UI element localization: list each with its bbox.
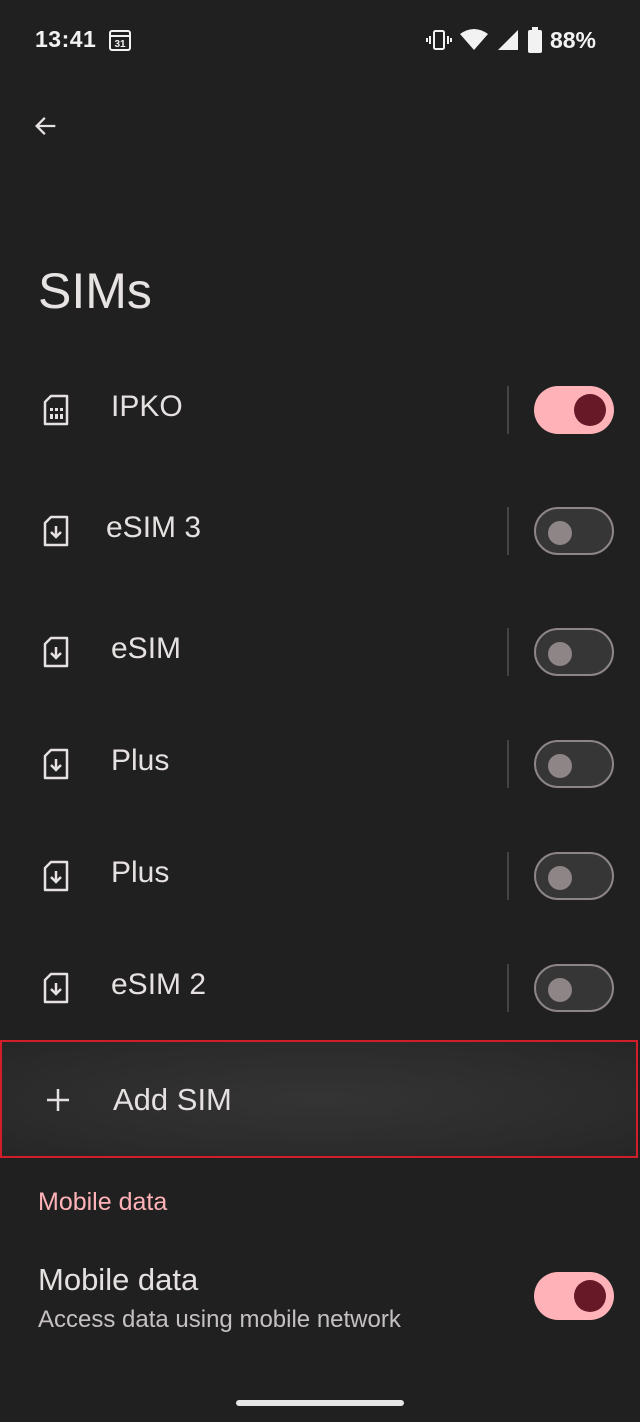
toggle-knob <box>548 754 572 778</box>
status-bar: 13:41 31 88% <box>0 0 640 80</box>
signal-icon <box>497 30 518 50</box>
sim-label: Plus <box>111 744 170 777</box>
esim-download-icon <box>43 515 69 547</box>
sim-toggle[interactable] <box>534 740 614 788</box>
toggle-knob <box>548 521 572 545</box>
sim-label: IPKO <box>111 390 183 423</box>
toggle-knob <box>548 866 572 890</box>
section-header-mobile-data: Mobile data <box>38 1188 168 1216</box>
sim-card-icon <box>43 394 69 426</box>
sim-toggle[interactable] <box>534 507 614 555</box>
sim-label: Plus <box>111 856 170 889</box>
toggle-knob <box>548 978 572 1002</box>
battery-icon <box>527 27 542 53</box>
sim-label: eSIM 3 <box>106 511 202 544</box>
esim-download-icon <box>43 636 69 668</box>
sim-row-plus-2[interactable]: Plus <box>0 820 640 932</box>
mobile-data-toggle[interactable] <box>534 1272 614 1320</box>
sim-toggle[interactable] <box>534 852 614 900</box>
mobile-data-title[interactable]: Mobile data <box>38 1262 198 1298</box>
battery-percent: 88% <box>549 26 596 53</box>
add-sim-label: Add SIM <box>113 1082 232 1117</box>
back-button[interactable] <box>24 104 68 148</box>
gesture-navigation-bar[interactable] <box>236 1400 404 1406</box>
divider <box>507 852 509 900</box>
toggle-knob <box>574 1280 606 1312</box>
esim-download-icon <box>43 748 69 780</box>
sim-row-esim-3[interactable]: eSIM 3 <box>0 475 640 587</box>
divider <box>507 740 509 788</box>
divider <box>507 386 509 434</box>
sim-label: eSIM 2 <box>111 968 207 1001</box>
plus-icon <box>47 1089 69 1111</box>
arrow-back-icon <box>35 117 56 135</box>
sim-row-esim[interactable]: eSIM <box>0 596 640 708</box>
divider <box>507 628 509 676</box>
divider <box>507 507 509 555</box>
calendar-icon: 31 <box>109 30 131 51</box>
sim-row-plus[interactable]: Plus <box>0 708 640 820</box>
toggle-knob <box>548 642 572 666</box>
sim-toggle[interactable] <box>534 628 614 676</box>
vibrate-icon <box>425 30 452 50</box>
wifi-icon <box>459 29 488 50</box>
sim-row-ipko[interactable]: IPKO <box>0 354 640 466</box>
esim-download-icon <box>43 972 69 1004</box>
page-title: SIMs <box>38 263 152 319</box>
esim-download-icon <box>43 860 69 892</box>
add-sim-button[interactable]: Add SIM <box>0 1040 638 1158</box>
sim-row-esim-2[interactable]: eSIM 2 <box>0 932 640 1044</box>
toggle-knob <box>574 394 606 426</box>
sim-toggle[interactable] <box>534 964 614 1012</box>
divider <box>507 964 509 1012</box>
status-time: 13:41 <box>35 26 97 52</box>
calendar-day: 31 <box>114 39 126 50</box>
sim-toggle[interactable] <box>534 386 614 434</box>
mobile-data-subtitle: Access data using mobile network <box>38 1306 401 1333</box>
sim-label: eSIM <box>111 632 182 665</box>
